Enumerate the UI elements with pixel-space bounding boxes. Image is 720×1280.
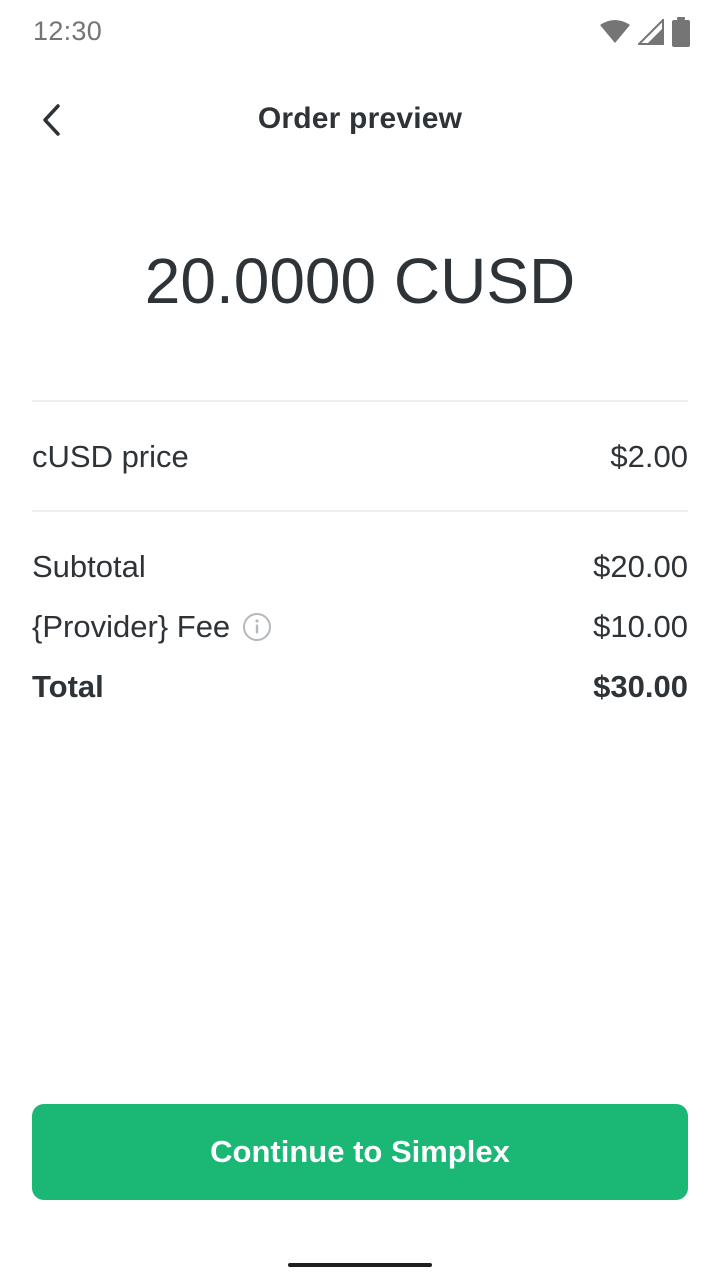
price-row: cUSD price $2.00 bbox=[32, 435, 688, 479]
home-indicator[interactable] bbox=[288, 1263, 432, 1267]
status-time: 12:30 bbox=[33, 16, 103, 46]
fee-row: {Provider} Fee $10.00 bbox=[32, 605, 688, 649]
wifi-icon bbox=[600, 20, 630, 44]
info-icon[interactable] bbox=[242, 612, 272, 642]
order-preview-screen: 12:30 Order preview 20.0000 CUSD cUSD pr… bbox=[0, 0, 720, 1280]
price-value: $2.00 bbox=[610, 439, 688, 474]
total-value: $30.00 bbox=[593, 669, 688, 704]
fee-label-group: {Provider} Fee bbox=[32, 609, 272, 645]
status-icons bbox=[600, 16, 690, 48]
subtotal-label: Subtotal bbox=[32, 549, 146, 584]
divider bbox=[32, 400, 688, 402]
header: Order preview bbox=[0, 80, 720, 164]
fee-label: {Provider} Fee bbox=[32, 609, 231, 644]
continue-button[interactable]: Continue to Simplex bbox=[32, 1104, 688, 1200]
fee-value: $10.00 bbox=[593, 609, 688, 644]
page-title: Order preview bbox=[257, 102, 463, 135]
order-amount: 20.0000 CUSD bbox=[144, 245, 576, 317]
total-row: Total $30.00 bbox=[32, 665, 688, 709]
status-bar: 12:30 bbox=[0, 0, 720, 64]
divider bbox=[32, 510, 688, 512]
cellular-signal-icon bbox=[638, 19, 664, 45]
battery-icon bbox=[672, 17, 690, 47]
price-label: cUSD price bbox=[32, 439, 189, 474]
total-label: Total bbox=[32, 669, 104, 704]
subtotal-row: Subtotal $20.00 bbox=[32, 545, 688, 589]
subtotal-value: $20.00 bbox=[593, 549, 688, 584]
